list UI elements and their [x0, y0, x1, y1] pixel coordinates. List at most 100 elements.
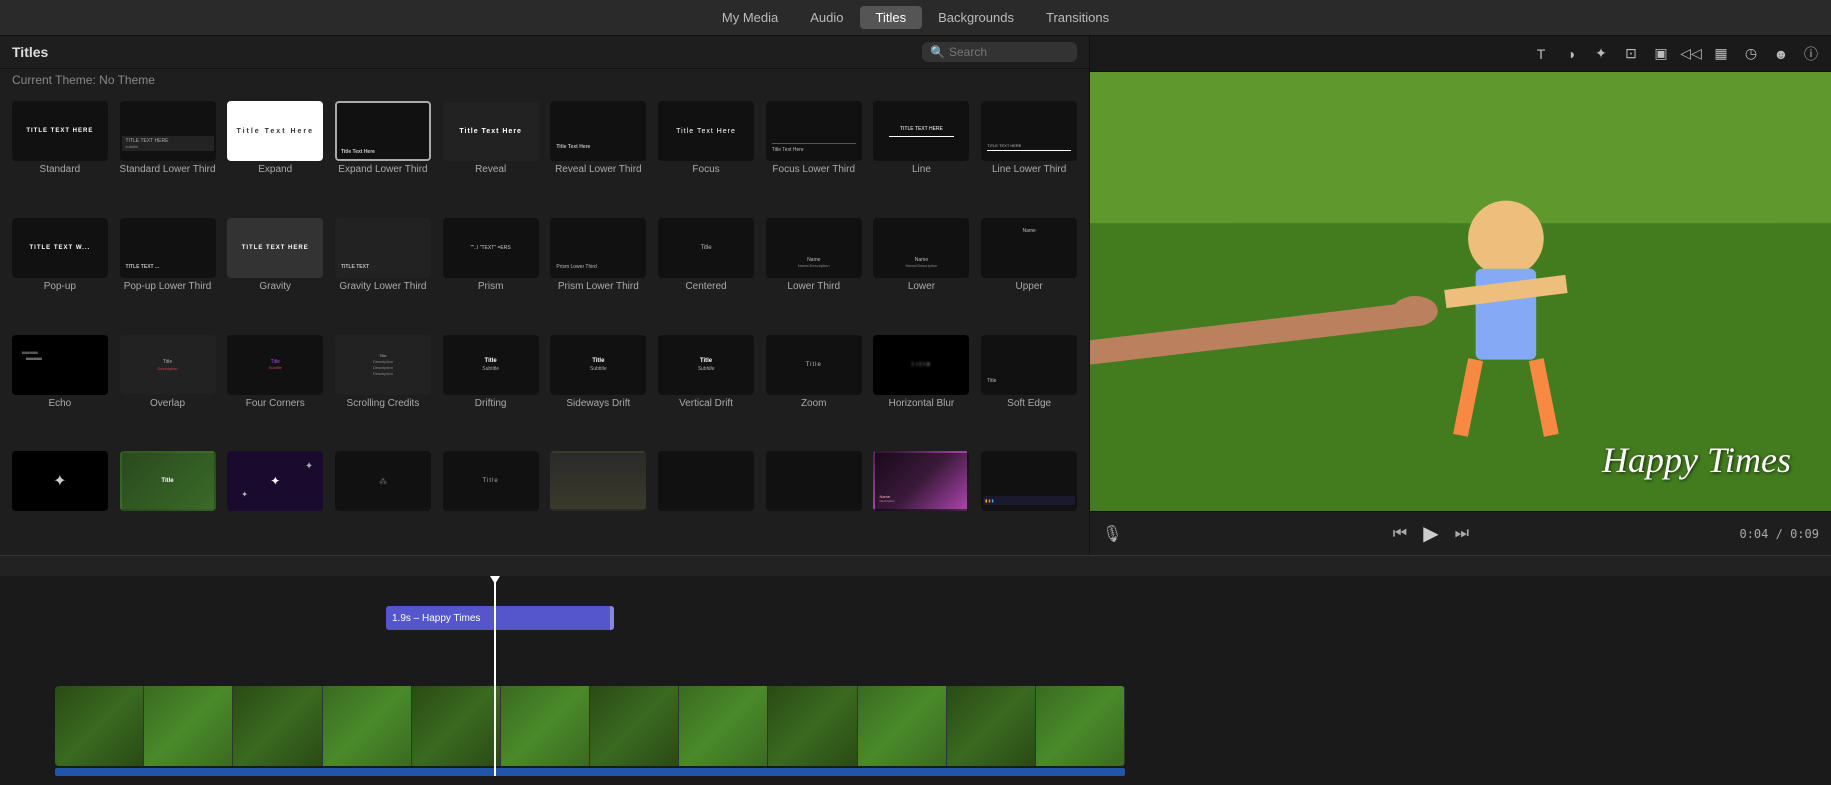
title-particle5[interactable]: Title — [439, 449, 543, 551]
nav-titles[interactable]: Titles — [860, 6, 923, 29]
nav-audio[interactable]: Audio — [794, 6, 859, 29]
title-vertical-drift[interactable]: Title Subtitle Vertical Drift — [654, 333, 758, 446]
speed-tool-icon[interactable]: ◷ — [1739, 42, 1763, 66]
title-particle8[interactable] — [762, 449, 866, 551]
title-thumb-particle3: ✦ ✦ ✦ — [227, 451, 323, 511]
title-label-expand: Expand — [227, 164, 323, 175]
title-thumb-reveal-lower-third: Title Text Here — [550, 101, 646, 161]
nav-backgrounds[interactable]: Backgrounds — [922, 6, 1030, 29]
timeline-ruler — [0, 556, 1831, 576]
search-input[interactable] — [949, 45, 1069, 59]
current-time: 0:04 — [1739, 527, 1768, 541]
title-clip-handle[interactable] — [610, 606, 614, 630]
title-thumb-particle6 — [550, 451, 646, 511]
title-lower[interactable]: Name Name/Description Lower — [870, 216, 974, 329]
title-prism-lower-third[interactable]: Prism Lower Third Prism Lower Third — [546, 216, 650, 329]
title-drifting[interactable]: Title Subtitle Drifting — [439, 333, 543, 446]
title-gravity[interactable]: TITLE TEXT HERE Gravity — [223, 216, 327, 329]
title-reveal[interactable]: Title Text Here Reveal — [439, 99, 543, 212]
title-label-popup: Pop-up — [12, 281, 108, 292]
title-label-standard: Standard — [12, 164, 108, 175]
video-frame-5 — [412, 686, 501, 766]
title-reveal-lower-third[interactable]: Title Text Here Reveal Lower Third — [546, 99, 650, 212]
title-echo[interactable]: ▬▬ ▬▬ Echo — [8, 333, 112, 446]
title-horizontal-blur[interactable]: Title Horizontal Blur — [870, 333, 974, 446]
title-focus-lower-third[interactable]: Title Text Here Focus Lower Third — [762, 99, 866, 212]
preview-panel: T ◑ ✦ ⊡ ▣ ◁◁ ▦ ◷ ☻ ⓘ — [1090, 36, 1831, 555]
title-particle1[interactable]: ✦ — [8, 449, 112, 551]
title-popup-lower-third[interactable]: TITLE TEXT ... Pop-up Lower Third — [116, 216, 220, 329]
title-clip[interactable]: 1.9s – Happy Times — [386, 606, 614, 630]
title-standard[interactable]: TITLE TEXT HERE Standard — [8, 99, 112, 212]
text-tool-icon[interactable]: T — [1529, 42, 1553, 66]
title-label-standard-lower-third: Standard Lower Third — [120, 164, 216, 175]
skip-back-button[interactable]: ⏮ — [1393, 525, 1407, 543]
info-tool-icon[interactable]: ⓘ — [1799, 42, 1823, 66]
title-scrolling-credits[interactable]: Title Description Description Descriptio… — [331, 333, 435, 446]
title-four-corners[interactable]: Title Subtitle Four Corners — [223, 333, 327, 446]
title-particle9[interactable]: Name Description — [870, 449, 974, 551]
search-box[interactable]: 🔍 — [922, 42, 1077, 62]
video-frame-8 — [679, 686, 768, 766]
video-frame-6 — [501, 686, 590, 766]
title-particle7[interactable] — [654, 449, 758, 551]
title-centered[interactable]: Title Centered — [654, 216, 758, 329]
title-label-prism-lower-third: Prism Lower Third — [550, 281, 646, 292]
crop-tool-icon[interactable]: ⊡ — [1619, 42, 1643, 66]
total-time: 0:09 — [1790, 527, 1819, 541]
mic-button[interactable]: 🎙 — [1102, 524, 1122, 544]
title-thumb-vertical-drift: Title Subtitle — [658, 335, 754, 395]
title-lower-third[interactable]: Name Name/Description Lower Third — [762, 216, 866, 329]
title-focus[interactable]: Title Text Here Focus — [654, 99, 758, 212]
title-particle4[interactable]: ⁂ — [331, 449, 435, 551]
skip-forward-button[interactable]: ⏭ — [1455, 525, 1469, 543]
title-particle6[interactable] — [546, 449, 650, 551]
title-label-soft-edge: Soft Edge — [981, 398, 1077, 409]
nav-my-media[interactable]: My Media — [706, 6, 794, 29]
bars-tool-icon[interactable]: ▦ — [1709, 42, 1733, 66]
title-sideways-drift[interactable]: Title Subtitle Sideways Drift — [546, 333, 650, 446]
effects-tool-icon[interactable]: ✦ — [1589, 42, 1613, 66]
title-standard-lower-third[interactable]: TITLE TEXT HERE subtitle Standard Lower … — [116, 99, 220, 212]
panel-header: Titles 🔍 — [0, 36, 1089, 69]
title-expand-lower-third[interactable]: Title Text Here Expand Lower Third — [331, 99, 435, 212]
title-thumb-lower: Name Name/Description — [873, 218, 969, 278]
playback-controls: 🎙 ⏮ ▶ ⏭ 0:04 / 0:09 — [1090, 511, 1831, 555]
title-label-echo: Echo — [12, 398, 108, 409]
volume-tool-icon[interactable]: ◁◁ — [1679, 42, 1703, 66]
title-gravity-lower-third[interactable]: TITLE TEXT Gravity Lower Third — [331, 216, 435, 329]
title-label-prism: Prism — [443, 281, 539, 292]
title-zoom[interactable]: Title Zoom — [762, 333, 866, 446]
title-particle3[interactable]: ✦ ✦ ✦ — [223, 449, 327, 551]
title-label-focus-lower-third: Focus Lower Third — [766, 164, 862, 175]
toolbar: T ◑ ✦ ⊡ ▣ ◁◁ ▦ ◷ ☻ ⓘ — [1090, 36, 1831, 72]
title-thumb-zoom: Title — [766, 335, 862, 395]
play-button[interactable]: ▶ — [1423, 521, 1438, 546]
title-prism[interactable]: ""..I "TEXT" =ERS Prism — [439, 216, 543, 329]
title-particle10[interactable]: ▮ ▮ ▮ — [977, 449, 1081, 551]
title-overlap[interactable]: Title Description Overlap — [116, 333, 220, 446]
preview-title-text: Happy Times — [1602, 439, 1791, 481]
title-label-gravity-lower-third: Gravity Lower Third — [335, 281, 431, 292]
main-content: Titles 🔍 Current Theme: No Theme TITLE T… — [0, 36, 1831, 555]
video-frame-7 — [590, 686, 679, 766]
title-popup[interactable]: TITLE TEXT W... Pop-up — [8, 216, 112, 329]
title-thumb-particle9: Name Description — [873, 451, 969, 511]
title-label-expand-lower-third: Expand Lower Third — [335, 164, 431, 175]
title-line-lower-third[interactable]: TITLE TEXT HERE Line Lower Third — [977, 99, 1081, 212]
title-thumb-scrolling-credits: Title Description Description Descriptio… — [335, 335, 431, 395]
title-label-centered: Centered — [658, 281, 754, 292]
title-particle2[interactable]: Title — [116, 449, 220, 551]
title-line[interactable]: TITLE TEXT HERE Line — [870, 99, 974, 212]
title-upper[interactable]: Name Upper — [977, 216, 1081, 329]
top-navigation: My Media Audio Titles Backgrounds Transi… — [0, 0, 1831, 36]
nav-transitions[interactable]: Transitions — [1030, 6, 1125, 29]
title-label-zoom: Zoom — [766, 398, 862, 409]
title-expand[interactable]: Title Text Here Expand — [223, 99, 327, 212]
title-thumb-focus-lower-third: Title Text Here — [766, 101, 862, 161]
person-tool-icon[interactable]: ☻ — [1769, 42, 1793, 66]
color-tool-icon[interactable]: ◑ — [1559, 42, 1583, 66]
title-soft-edge[interactable]: Title Soft Edge — [977, 333, 1081, 446]
title-thumb-particle5: Title — [443, 451, 539, 511]
camera-tool-icon[interactable]: ▣ — [1649, 42, 1673, 66]
